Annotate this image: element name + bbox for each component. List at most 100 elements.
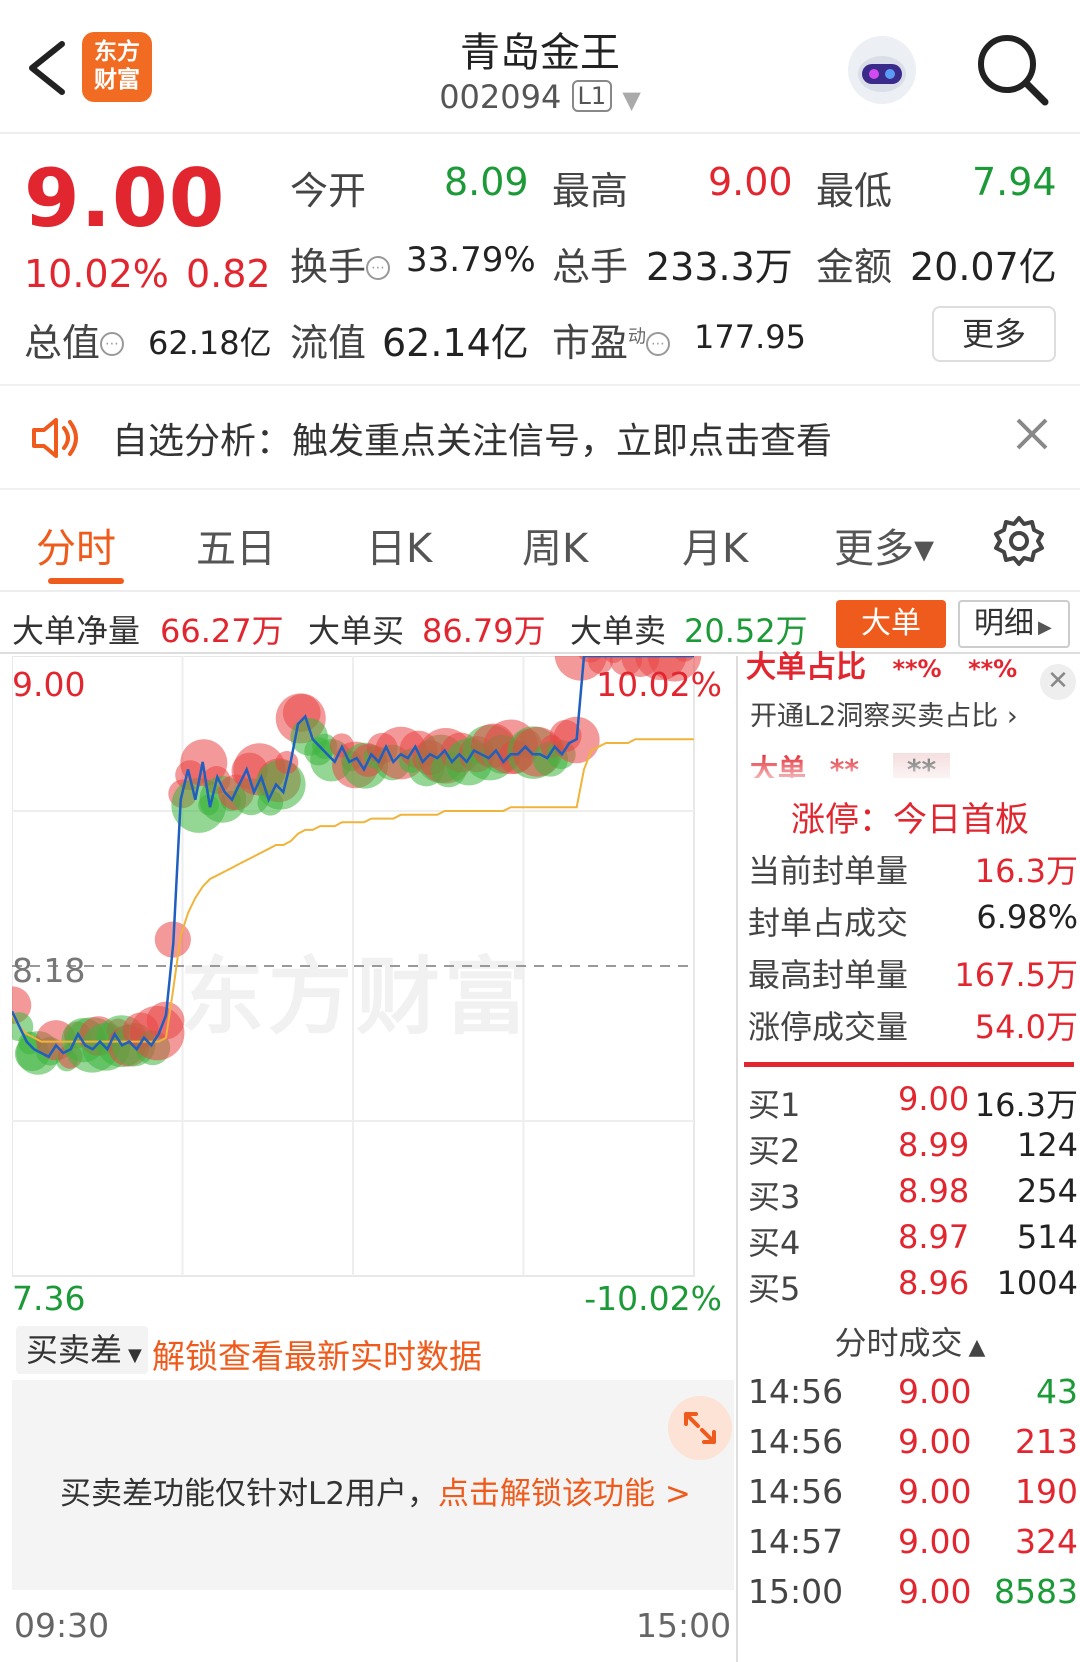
info-icon[interactable]: ⋯ [100,332,125,356]
float-label: 流值 [290,321,367,365]
tab-five-day[interactable]: 五日 [196,516,276,574]
y-bottom-pct: -10.02% [584,1279,722,1316]
tab-intraday[interactable]: 分时 [36,516,116,574]
close-icon[interactable] [1010,412,1054,456]
locked-indicator-area: 买卖差功能仅针对L2用户，点击解锁该功能 > [12,1380,734,1590]
bo-sell-label: 大单卖 [570,612,667,650]
y-mid-price: 8.18 [12,951,85,990]
mktcap-label-text: 总值 [24,321,101,365]
separator [744,1062,1074,1067]
y-bottom-price: 7.36 [12,1279,85,1316]
high-value: 9.00 [708,160,793,204]
tick-volume: 43 [1036,1372,1078,1411]
big-order-button[interactable]: 大单 [836,600,946,648]
indicator-select[interactable]: 买卖差 ▼ [16,1326,148,1374]
float-value: 62.14亿 [382,321,529,365]
triangle-right-icon: ▶ [1038,617,1052,638]
speaker-icon [32,418,78,458]
tick-price: 9.00 [898,1472,972,1511]
tick-time: 14:57 [748,1522,844,1561]
alert-bar[interactable]: 自选分析：触发重点关注信号，立即点击查看 [0,384,1080,490]
bid-label: 买4 [748,1224,801,1262]
bid-volume: 16.3万 [974,1086,1078,1124]
triangle-down-icon: ▼ [128,1345,142,1366]
detail-button-label: 明细 [974,606,1034,641]
bid-volume: 124 [1016,1126,1078,1164]
time-start-label: 09:30 [14,1606,110,1645]
low-value: 7.94 [972,160,1057,204]
turnover-label[interactable]: 换手 ⋯ [290,236,391,291]
tick-price: 9.00 [898,1572,972,1611]
more-quote-button[interactable]: 更多 [932,306,1056,362]
tick-time: 15:00 [748,1572,844,1611]
expand-icon[interactable] [668,1396,732,1460]
tick-time: 14:56 [748,1472,844,1511]
tab-daily-k[interactable]: 日K [366,516,432,574]
detail-button[interactable]: 明细 ▶ [958,600,1070,648]
bid-price: 8.98 [898,1172,970,1210]
limit-title: 涨停：今日首板 [791,800,1029,840]
pe-label-text: 市盈 [552,321,629,365]
turnover-value: 33.79% [406,240,536,280]
open-value: 8.09 [444,160,529,204]
tab-weekly-k[interactable]: 周K [522,516,588,574]
chevron-down-icon: ▼ [622,86,641,114]
bo-buy-label: 大单买 [308,612,405,650]
locked-message-text: 买卖差功能仅针对L2用户， [60,1476,438,1512]
partial-header-label: 大单占比 [746,650,866,685]
bid-volume: 1004 [996,1264,1078,1302]
trade-bubble [146,1001,185,1040]
high-label: 最高 [552,169,629,213]
indicator-select-label: 买卖差 [26,1331,123,1369]
ticks-title[interactable]: 分时成交 ▲ [738,1318,1080,1364]
robot-assistant-icon[interactable] [842,30,922,110]
intraday-chart[interactable]: 9.00 10.02% 8.18 7.36 -10.02% [12,656,734,1316]
volume-label: 总手 [552,245,629,289]
close-icon[interactable]: ✕ [1040,664,1076,700]
triangle-up-icon: ▲ [968,1335,986,1360]
y-top-pct: 10.02% [596,665,722,704]
bo-net-value: 66.27万 [160,612,284,650]
tab-more[interactable]: 更多▾ [834,516,934,574]
unlock-feature-link[interactable]: 点击解锁该功能 > [438,1476,691,1512]
tick-price: 9.00 [898,1522,972,1561]
bid-price: 9.00 [898,1080,970,1118]
tick-volume: 190 [1015,1472,1078,1511]
top-header: 东方 财富 青岛金王 002094 L1 ▼ [0,0,1080,134]
gear-icon[interactable] [992,514,1046,568]
tick-time: 14:56 [748,1372,844,1411]
tick-volume: 8583 [994,1572,1078,1611]
limit-row-label: 最高封单量 [748,956,909,994]
limit-row-value: 167.5万 [954,956,1078,994]
tick-price: 9.00 [898,1372,972,1411]
active-tab-indicator [48,578,124,584]
chart-tabs: 分时 五日 日K 周K 月K 更多▾ [0,492,1080,592]
open-label: 今开 [290,169,367,213]
y-top-price: 9.00 [12,665,85,704]
search-icon[interactable] [973,30,1051,108]
limit-row-label: 当前封单量 [748,852,909,890]
limit-row-value: 6.98% [976,898,1078,936]
unlock-link[interactable]: 解锁查看最新实时数据 [152,1330,482,1378]
partial-pct1: **% [892,655,942,683]
bid-price: 8.97 [898,1218,970,1256]
locked-message: 买卖差功能仅针对L2用户，点击解锁该功能 > [60,1468,691,1513]
pe-label[interactable]: 市盈动 ⋯ [552,312,671,367]
info-icon[interactable]: ⋯ [646,332,671,356]
current-price: 9.00 [24,152,226,245]
right-panel: 大单占比 **% **% ✕ 开通L2洞察买卖占比 › 大单 ** ** 涨停：… [736,650,1080,1662]
bid-volume: 514 [1016,1218,1078,1256]
tab-monthly-k[interactable]: 月K [682,516,748,574]
tick-price: 9.00 [898,1422,972,1461]
bid-label: 买2 [748,1132,801,1170]
tick-volume: 213 [1015,1422,1078,1461]
l2-link[interactable]: 开通L2洞察买卖占比 › [750,694,1018,733]
limit-row-value: 54.0万 [974,1008,1078,1046]
chevron-right-icon: › [998,701,1018,732]
indicator-bar: 买卖差 ▼ 解锁查看最新实时数据 [12,1318,734,1378]
info-icon[interactable]: ⋯ [366,256,391,280]
bid-volume: 254 [1016,1172,1078,1210]
time-end-label: 15:00 [636,1606,732,1645]
bid-price: 8.96 [898,1264,970,1302]
mktcap-label[interactable]: 总值 ⋯ [24,312,125,367]
